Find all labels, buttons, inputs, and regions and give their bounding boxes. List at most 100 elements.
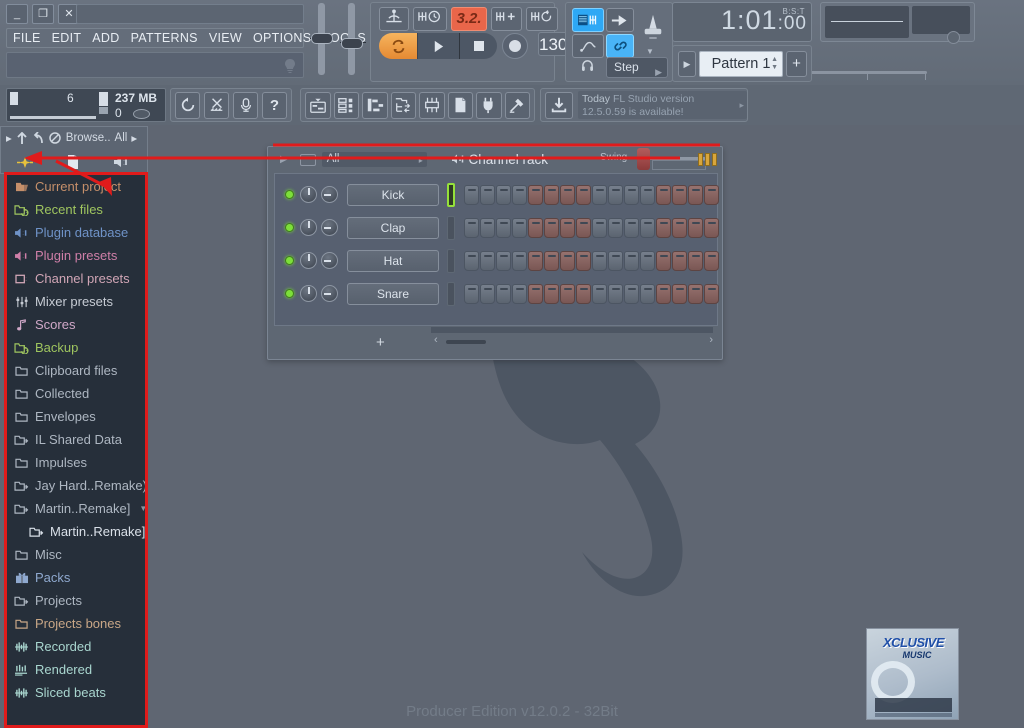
- mic-button[interactable]: [233, 91, 258, 119]
- channel-rack-filter-box-icon[interactable]: [299, 153, 316, 166]
- browser-item[interactable]: Misc: [7, 543, 145, 566]
- step-button[interactable]: [624, 250, 639, 271]
- step-button[interactable]: [688, 217, 703, 238]
- browser-item[interactable]: Clipboard files: [7, 359, 145, 382]
- step-button[interactable]: [560, 283, 575, 304]
- browser-item[interactable]: Plugin presets: [7, 244, 145, 267]
- step-button[interactable]: [464, 217, 479, 238]
- browser-page-button[interactable]: [49, 154, 97, 170]
- browser-item[interactable]: Rendered: [7, 658, 145, 681]
- step-button[interactable]: [704, 184, 719, 205]
- channel-pan-knob[interactable]: [300, 219, 317, 236]
- browser-item[interactable]: Sliced beats: [7, 681, 145, 704]
- browser-item[interactable]: IL Shared Data: [7, 428, 145, 451]
- step-button[interactable]: [592, 217, 607, 238]
- update-notice[interactable]: Today FL Studio version 12.5.0.59 is ava…: [540, 88, 748, 122]
- channel-led[interactable]: [285, 223, 294, 232]
- download-button[interactable]: [545, 91, 573, 119]
- step-button[interactable]: [464, 283, 479, 304]
- pattern-add-button[interactable]: +: [786, 51, 807, 77]
- step-button[interactable]: [592, 250, 607, 271]
- channel-rack-filter[interactable]: All ▸: [321, 152, 427, 167]
- step-button[interactable]: [528, 250, 543, 271]
- step-button[interactable]: [704, 283, 719, 304]
- browser-item[interactable]: Backup: [7, 336, 145, 359]
- step-button[interactable]: [496, 283, 511, 304]
- loop-mode-button[interactable]: [379, 33, 417, 59]
- step-button[interactable]: [640, 283, 655, 304]
- step-button[interactable]: [608, 184, 623, 205]
- channel-rack-menu-arrow[interactable]: ▶: [280, 154, 288, 165]
- link-button[interactable]: [606, 34, 634, 58]
- stop-button[interactable]: [459, 33, 497, 59]
- step-button[interactable]: [576, 184, 591, 205]
- menu-item-edit[interactable]: EDIT: [52, 31, 82, 45]
- channel-row[interactable]: Clap: [275, 211, 719, 244]
- step-button[interactable]: [592, 283, 607, 304]
- step-button[interactable]: [496, 250, 511, 271]
- step-button[interactable]: [576, 283, 591, 304]
- scroll-right-button[interactable]: ›: [709, 334, 713, 346]
- step-button[interactable]: [704, 217, 719, 238]
- menu-item-file[interactable]: FILE: [13, 31, 41, 45]
- step-button[interactable]: [656, 184, 671, 205]
- browser-item[interactable]: Jay Hard..Remake): [7, 474, 145, 497]
- fader-knob-1[interactable]: [311, 33, 333, 44]
- step-button[interactable]: [480, 283, 495, 304]
- step-button[interactable]: [624, 217, 639, 238]
- browser-speaker-button[interactable]: [97, 155, 145, 169]
- step-button[interactable]: [688, 283, 703, 304]
- restore-button[interactable]: ❐: [32, 4, 54, 24]
- browser-menu-arrow[interactable]: ▸: [6, 131, 12, 145]
- step-button[interactable]: [624, 283, 639, 304]
- mixer-button[interactable]: [419, 91, 445, 119]
- step-button[interactable]: [592, 184, 607, 205]
- fader-knob-2[interactable]: [341, 38, 363, 49]
- channel-pan-knob[interactable]: [300, 186, 317, 203]
- browser-button[interactable]: [390, 91, 416, 119]
- playlist-button[interactable]: [305, 91, 331, 119]
- step-button[interactable]: [528, 184, 543, 205]
- browser-item[interactable]: Recent files: [7, 198, 145, 221]
- step-button[interactable]: [640, 250, 655, 271]
- step-button[interactable]: [656, 283, 671, 304]
- channel-selector[interactable]: [447, 182, 455, 207]
- channel-name-button[interactable]: Snare: [347, 282, 439, 305]
- step-button[interactable]: [656, 217, 671, 238]
- step-button[interactable]: [560, 250, 575, 271]
- step-button[interactable]: [464, 250, 479, 271]
- step-button[interactable]: [544, 217, 559, 238]
- channel-pan-knob[interactable]: [300, 252, 317, 269]
- pattern-song-toggle[interactable]: [572, 8, 604, 32]
- wait-button[interactable]: [413, 7, 447, 31]
- browser-item[interactable]: Plugin database: [7, 221, 145, 244]
- step-button[interactable]: [672, 217, 687, 238]
- browser-item[interactable]: Recorded: [7, 635, 145, 658]
- step-button[interactable]: [608, 250, 623, 271]
- metronome-button[interactable]: [379, 7, 409, 31]
- menu-item-patterns[interactable]: PATTERNS: [131, 31, 198, 45]
- browser-item[interactable]: Impulses: [7, 451, 145, 474]
- step-button[interactable]: [640, 184, 655, 205]
- step-button[interactable]: [480, 184, 495, 205]
- plugin-picker-button[interactable]: [447, 91, 473, 119]
- album-art-thumbnail[interactable]: XCLUSIVE MUSIC: [866, 628, 959, 720]
- step-button[interactable]: [688, 184, 703, 205]
- minimize-button[interactable]: _: [6, 4, 28, 24]
- step-button[interactable]: [544, 184, 559, 205]
- channel-volume-knob[interactable]: [321, 252, 338, 269]
- step-button[interactable]: [496, 217, 511, 238]
- step-button[interactable]: [544, 250, 559, 271]
- browser-item[interactable]: Projects bones: [7, 612, 145, 635]
- channel-selector[interactable]: [447, 248, 455, 273]
- draw-tool-button[interactable]: [572, 34, 604, 58]
- menu-item-add[interactable]: ADD: [92, 31, 119, 45]
- menu-item-options[interactable]: OPTIONS: [253, 31, 311, 45]
- pattern-spinner-icon[interactable]: ▲ ▼: [771, 56, 778, 72]
- step-button[interactable]: [672, 184, 687, 205]
- play-button[interactable]: [417, 33, 459, 59]
- browser-item[interactable]: Collected: [7, 382, 145, 405]
- channel-volume-knob[interactable]: [321, 186, 338, 203]
- channel-volume-knob[interactable]: [321, 219, 338, 236]
- pattern-name-field[interactable]: Pattern 1 ▲ ▼: [699, 51, 783, 77]
